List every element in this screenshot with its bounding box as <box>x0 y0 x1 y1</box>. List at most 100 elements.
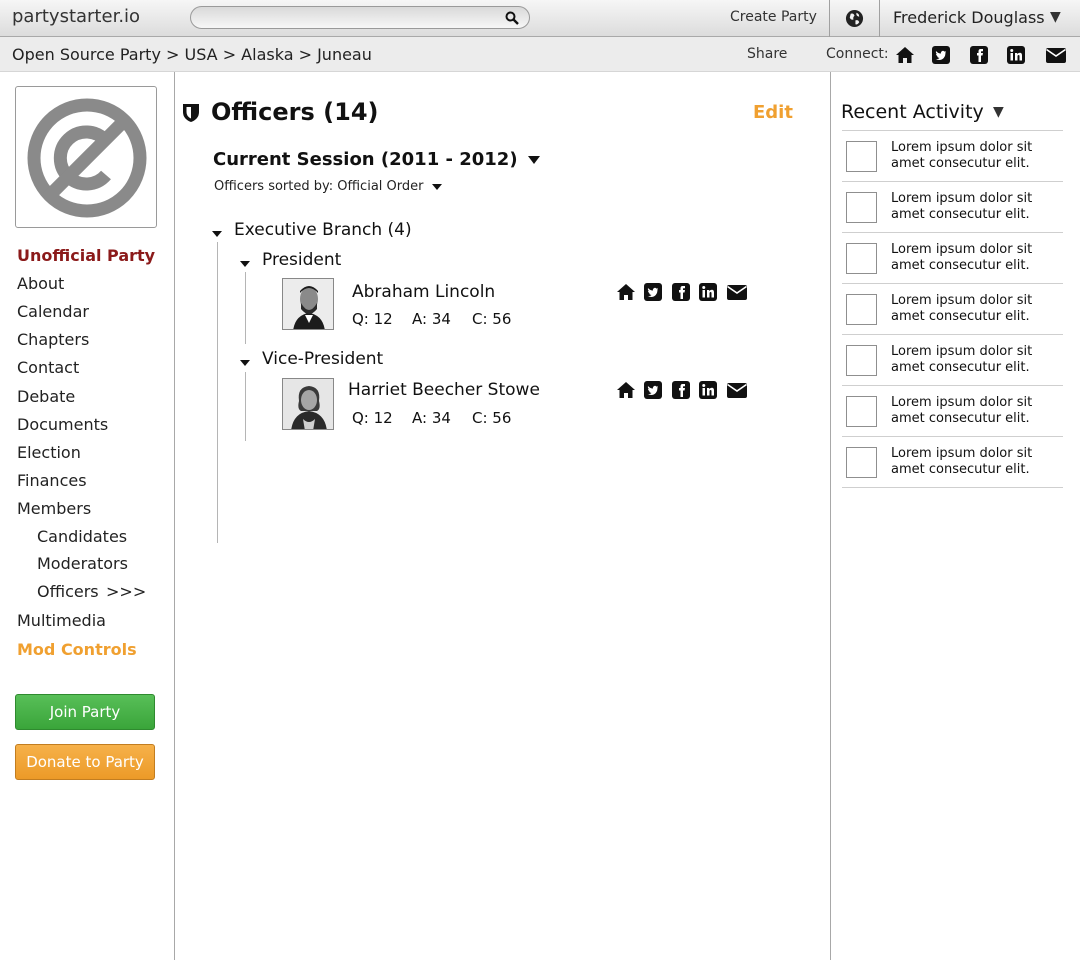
donate-party-button[interactable]: Donate to Party <box>15 744 155 780</box>
create-party-link[interactable]: Create Party <box>730 9 817 25</box>
nav-members[interactable]: Members <box>17 499 91 518</box>
nav-contact[interactable]: Contact <box>17 358 79 377</box>
envelope-icon[interactable] <box>726 282 748 302</box>
collapse-role-icon[interactable] <box>240 261 250 267</box>
nav-moderators[interactable]: Moderators <box>37 554 128 573</box>
activity-item[interactable]: Lorem ipsum dolor sit amet consecutur el… <box>842 181 1063 232</box>
connect-label: Connect: <box>826 46 889 62</box>
activity-text: Lorem ipsum dolor sit amet consecutur el… <box>891 293 1033 324</box>
nav-chapters[interactable]: Chapters <box>17 330 89 349</box>
activity-text: Lorem ipsum dolor sit amet consecutur el… <box>891 446 1033 477</box>
divider <box>842 487 1063 488</box>
officer-stat-c: C: 56 <box>472 409 512 427</box>
page-title: Officers (14) <box>211 98 379 126</box>
nav-calendar[interactable]: Calendar <box>17 302 89 321</box>
person-portrait-icon <box>283 379 333 429</box>
public-domain-logo-icon <box>27 98 147 218</box>
activity-item[interactable]: Lorem ipsum dolor sit amet consecutur el… <box>842 334 1063 385</box>
officer-portrait[interactable] <box>282 278 334 330</box>
nav-candidates[interactable]: Candidates <box>37 527 127 546</box>
shield-icon <box>183 104 199 122</box>
tree-line <box>245 272 246 344</box>
activity-thumbnail <box>846 192 877 223</box>
activity-item[interactable]: Lorem ipsum dolor sit amet consecutur el… <box>842 283 1063 334</box>
divider <box>829 0 830 37</box>
user-menu-caret-icon[interactable]: ▼ <box>1050 9 1061 25</box>
nav-officers-marker: >>> <box>106 582 147 601</box>
facebook-icon[interactable] <box>671 282 691 302</box>
join-party-button[interactable]: Join Party <box>15 694 155 730</box>
officer-portrait[interactable] <box>282 378 334 430</box>
search-input[interactable] <box>199 9 499 26</box>
person-portrait-icon <box>283 279 333 329</box>
activity-text: Lorem ipsum dolor sit amet consecutur el… <box>891 242 1033 273</box>
nav-election[interactable]: Election <box>17 443 81 462</box>
officer-name[interactable]: Abraham Lincoln <box>352 282 495 302</box>
activity-text: Lorem ipsum dolor sit amet consecutur el… <box>891 191 1033 222</box>
twitter-icon[interactable] <box>643 380 663 400</box>
breadcrumb[interactable]: Open Source Party > USA > Alaska > Junea… <box>12 45 372 64</box>
nav-mod-controls[interactable]: Mod Controls <box>17 640 137 659</box>
linkedin-icon[interactable] <box>698 380 718 400</box>
nav-multimedia[interactable]: Multimedia <box>17 611 106 630</box>
twitter-icon[interactable] <box>643 282 663 302</box>
activity-text: Lorem ipsum dolor sit amet consecutur el… <box>891 344 1033 375</box>
twitter-icon[interactable] <box>931 45 951 65</box>
activity-item[interactable]: Lorem ipsum dolor sit amet consecutur el… <box>842 436 1063 487</box>
session-caret-icon[interactable] <box>527 156 540 164</box>
home-icon[interactable] <box>895 45 915 65</box>
activity-thumbnail <box>846 345 877 376</box>
officer-social-links <box>616 282 748 302</box>
search-icon[interactable] <box>505 11 519 25</box>
activity-item[interactable]: Lorem ipsum dolor sit amet consecutur el… <box>842 130 1063 181</box>
activity-thumbnail <box>846 294 877 325</box>
recent-activity-title: Recent Activity <box>841 101 984 123</box>
collapse-role-icon[interactable] <box>240 360 250 366</box>
facebook-icon[interactable] <box>969 45 989 65</box>
role-title: President <box>262 250 342 270</box>
sort-selector[interactable]: Officers sorted by: Official Order <box>214 179 442 194</box>
recent-activity-panel: Recent Activity ▼ Lorem ipsum dolor sit … <box>830 72 1080 960</box>
activity-thumbnail <box>846 447 877 478</box>
linkedin-icon[interactable] <box>698 282 718 302</box>
home-icon[interactable] <box>616 380 636 400</box>
role-title: Vice-President <box>262 349 384 369</box>
search-box[interactable] <box>190 6 530 29</box>
linkedin-icon[interactable] <box>1006 45 1026 65</box>
envelope-icon[interactable] <box>726 380 748 400</box>
nav-documents[interactable]: Documents <box>17 415 108 434</box>
collapse-branch-icon[interactable] <box>212 231 222 237</box>
nav-debate[interactable]: Debate <box>17 387 75 406</box>
activity-item[interactable]: Lorem ipsum dolor sit amet consecutur el… <box>842 385 1063 436</box>
activity-thumbnail <box>846 141 877 172</box>
share-link[interactable]: Share <box>747 46 787 62</box>
main-content: Officers (14) Edit Current Session (2011… <box>176 72 829 960</box>
session-selector[interactable]: Current Session (2011 - 2012) <box>213 149 540 170</box>
edit-link[interactable]: Edit <box>753 102 793 123</box>
home-icon[interactable] <box>616 282 636 302</box>
activity-item[interactable]: Lorem ipsum dolor sit amet consecutur el… <box>842 232 1063 283</box>
party-avatar <box>15 86 157 228</box>
facebook-icon[interactable] <box>671 380 691 400</box>
session-label: Current Session (2011 - 2012) <box>213 149 518 170</box>
tree-line <box>217 242 218 543</box>
envelope-icon[interactable] <box>1045 45 1067 65</box>
nav-about[interactable]: About <box>17 274 64 293</box>
breadcrumb-bar: Open Source Party > USA > Alaska > Junea… <box>0 37 1080 72</box>
officer-name[interactable]: Harriet Beecher Stowe <box>348 380 540 400</box>
site-logo[interactable]: partystarter.io <box>12 6 140 27</box>
user-menu[interactable]: Frederick Douglass <box>893 8 1045 27</box>
activity-thumbnail <box>846 243 877 274</box>
sort-label: Officers sorted by: Official Order <box>214 179 424 194</box>
officer-stat-c: C: 56 <box>472 310 512 328</box>
nav-finances[interactable]: Finances <box>17 471 87 490</box>
nav-officers[interactable]: Officers <box>37 582 99 601</box>
divider <box>879 0 880 37</box>
party-status: Unofficial Party <box>17 246 156 265</box>
activity-thumbnail <box>846 396 877 427</box>
recent-activity-caret-icon[interactable]: ▼ <box>993 104 1004 120</box>
globe-icon[interactable] <box>845 9 864 28</box>
activity-text: Lorem ipsum dolor sit amet consecutur el… <box>891 395 1033 426</box>
sort-caret-icon[interactable] <box>431 183 442 190</box>
officer-stat-q: Q: 12 <box>352 409 393 427</box>
